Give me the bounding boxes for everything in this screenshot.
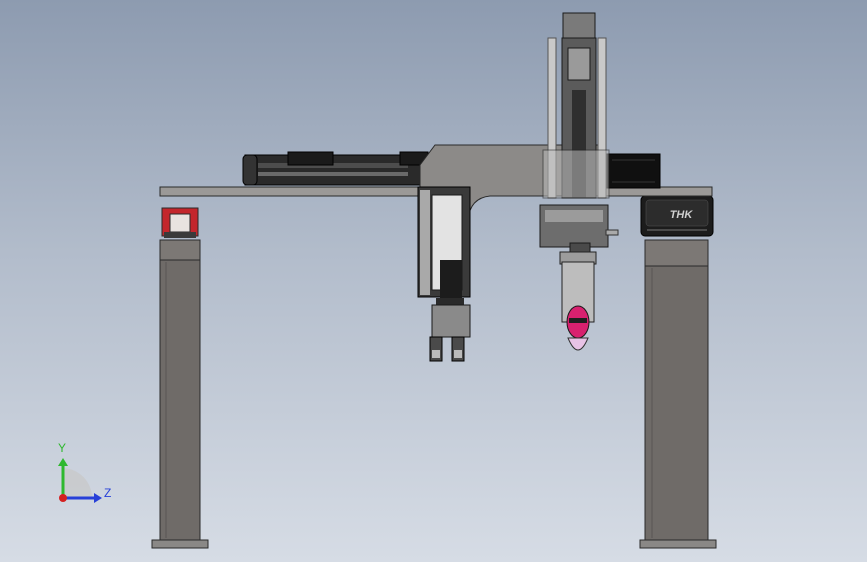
gripper-assembly[interactable] [417,186,471,362]
end-effector-tool[interactable] [559,251,597,351]
right-column[interactable] [639,239,717,549]
gantry-robot-model[interactable]: THK [0,0,867,562]
triad-z-label: Z [104,486,112,500]
carriage-label: THK [670,209,694,221]
left-column[interactable] [151,239,209,549]
triad-y-label: Y [58,441,67,455]
orientation-triad [58,458,102,503]
left-rail-block [161,207,199,238]
upper-rail [242,151,429,186]
cad-3d-viewport[interactable]: THK Y Z [0,0,867,562]
z-axis-column [542,12,610,199]
z-head-block [539,204,619,254]
y-axis-motor [604,153,661,189]
